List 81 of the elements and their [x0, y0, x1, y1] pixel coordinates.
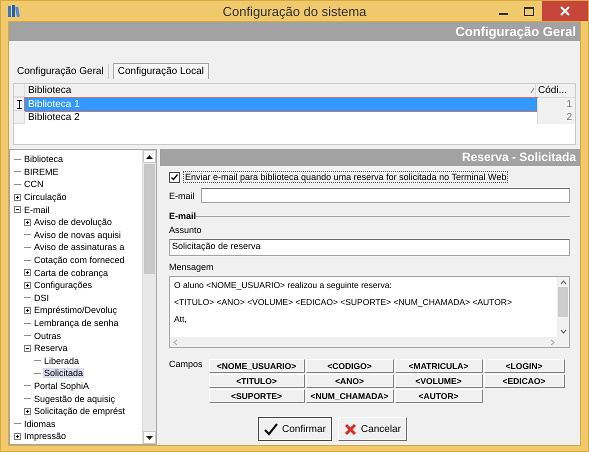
field-label: Campos — [169, 359, 203, 371]
expand-icon[interactable] — [14, 194, 21, 201]
field-tag-button[interactable]: <ANO> — [306, 374, 394, 388]
tree-item[interactable]: Configurações — [33, 280, 94, 290]
subject-field[interactable]: Solicitação de reserva — [169, 239, 570, 256]
email-field[interactable] — [200, 188, 570, 203]
tree-item[interactable]: Sugestão de aquisiç — [33, 394, 116, 404]
tree-item[interactable]: Aviso de devolução — [33, 217, 113, 228]
field-tag-button[interactable]: <LOGIN> — [484, 359, 565, 373]
tab[interactable]: Configuração Geral — [13, 64, 109, 79]
minimize-icon — [498, 13, 508, 15]
tree-item[interactable]: Carta de cobrança — [33, 268, 110, 278]
scroll-up-icon[interactable] — [146, 154, 153, 158]
field-tag-button[interactable]: <EDICAO> — [484, 374, 565, 388]
tree-item[interactable]: Solicitação de emprést — [33, 406, 126, 416]
tree-item[interactable]: Portal SophiA — [33, 380, 90, 391]
close-button[interactable] — [542, 1, 588, 21]
field-tag-button[interactable]: <TITULO> — [208, 374, 305, 388]
section-header: Configuração Geral — [9, 22, 580, 41]
table-cell: 1 — [537, 98, 575, 111]
tree-item[interactable]: Aviso de assinaturas a — [33, 242, 126, 252]
field-tag-button[interactable]: <AUTOR> — [394, 389, 483, 403]
group-label: E-mail — [169, 211, 196, 221]
section-header: Reserva - Solicitada — [160, 149, 580, 166]
tree-item[interactable]: Cotação com forneced — [33, 255, 126, 266]
field-tag-button[interactable]: <NUM_CHAMADA> — [306, 389, 394, 403]
field-tag-button[interactable]: <MATRICULA> — [394, 359, 483, 373]
field-tag-button[interactable]: <NOME_USUARIO> — [208, 359, 305, 373]
expand-icon[interactable] — [24, 269, 31, 276]
field-label: Mensagem — [169, 262, 215, 272]
text-cursor-icon — [16, 100, 22, 108]
tree-item[interactable]: Solicitada — [43, 368, 84, 378]
message-line: Att, — [174, 314, 187, 324]
collapse-icon[interactable] — [24, 344, 31, 352]
field-tag-button[interactable]: <VOLUME> — [394, 374, 483, 388]
expand-icon[interactable] — [24, 408, 31, 415]
column-header[interactable]: Biblioteca — [28, 84, 530, 97]
cancel-button[interactable]: Cancelar — [338, 417, 407, 441]
row-header[interactable] — [14, 98, 25, 111]
books-icon — [7, 4, 21, 18]
scroll-thumb[interactable] — [144, 164, 155, 274]
tab[interactable]: Configuração Local — [112, 63, 209, 79]
tree-item[interactable]: Idiomas — [23, 418, 57, 429]
collapse-icon[interactable] — [14, 206, 21, 214]
tree-item[interactable]: Biblioteca — [23, 154, 64, 164]
expand-icon[interactable] — [14, 432, 21, 440]
message-field[interactable]: O aluno <NOME_USUARIO> realizou a seguinte reserva: <TITULO> <ANO> <VOLUME> <EDICAO> <SUPORTE> <NUM_CHAMADA> <AUTOR> Att, — [169, 276, 570, 348]
checkbox-label[interactable]: Enviar e-mail para biblioteca quando uma reserva for solicitada no Terminal Web — [183, 171, 508, 183]
cross-icon — [344, 422, 357, 436]
tree-item[interactable]: DSI — [33, 292, 50, 303]
tree-item[interactable]: Empréstimo/Devoluç — [33, 305, 118, 316]
tree-item[interactable]: Circulação — [23, 192, 68, 202]
field-tag-button[interactable]: <CODIGO> — [306, 359, 394, 373]
close-icon — [560, 6, 570, 16]
message-line: <TITULO> <ANO> <VOLUME> <EDICAO> <SUPORTE> <NUM_CHAMADA> <AUTOR> — [174, 297, 512, 307]
tree-item[interactable]: Aviso de novas aquisi — [33, 230, 122, 240]
tree-item[interactable]: E-mail — [23, 204, 51, 215]
message-line: O aluno <NOME_USUARIO> realizou a seguinte reserva: — [174, 280, 392, 290]
checkmark-icon — [264, 422, 278, 436]
tree-item[interactable]: Impressão — [23, 431, 68, 442]
confirm-button[interactable]: Confirmar — [258, 417, 332, 441]
expand-icon[interactable] — [24, 218, 31, 226]
table-cell: 2 — [537, 111, 575, 124]
expand-icon[interactable] — [24, 282, 31, 289]
tree-item[interactable]: Outras — [33, 330, 62, 341]
scroll-thumb[interactable] — [558, 287, 568, 317]
tree-item[interactable]: CCN — [23, 179, 44, 190]
field-tag-button[interactable]: <SUPORTE> — [208, 389, 305, 403]
tree-item[interactable]: Lembrança de senha — [33, 318, 120, 328]
field-label: E-mail — [169, 190, 195, 200]
sort-icon — [530, 87, 535, 94]
window-title: Configuração do sistema — [222, 4, 366, 19]
maximize-icon — [524, 6, 534, 16]
field-label: Assunto — [169, 225, 203, 235]
expand-icon[interactable] — [24, 306, 31, 314]
tree-item[interactable]: BIREME — [23, 166, 60, 177]
table-cell[interactable]: Biblioteca 2 — [25, 111, 537, 124]
tree-item[interactable]: Liberada — [43, 356, 80, 366]
checkbox[interactable] — [169, 172, 180, 182]
tree-item[interactable]: Reserva — [33, 343, 69, 354]
scroll-down-icon[interactable] — [146, 436, 153, 440]
